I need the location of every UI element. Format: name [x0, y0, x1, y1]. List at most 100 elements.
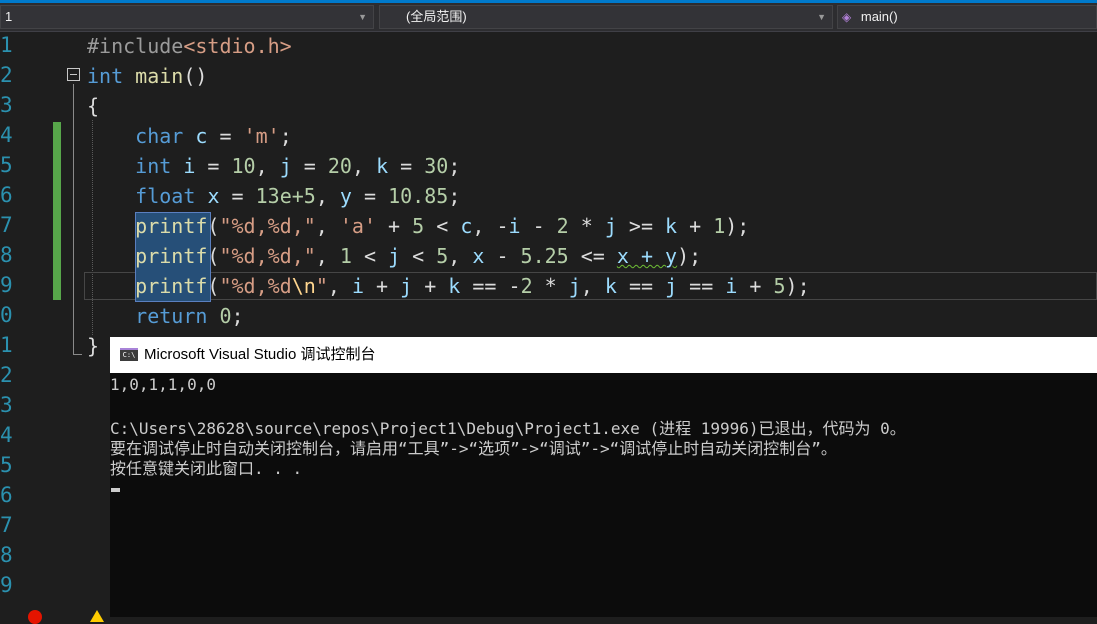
code-token: - — [520, 214, 557, 238]
code-line: printf("%d,%d\n", i + j + k == -2 * j, k… — [87, 274, 809, 298]
code-token: j — [400, 274, 413, 298]
member-dropdown[interactable]: ◈ main() — [837, 5, 1097, 29]
code-token: , — [255, 154, 280, 178]
code-token: () — [183, 64, 208, 88]
code-token: 5.25 — [520, 244, 569, 268]
code-token: <stdio.h> — [183, 34, 292, 58]
debug-console-window[interactable]: C:\ Microsoft Visual Studio 调试控制台 1,0,1,… — [110, 337, 1097, 617]
scope-dropdown[interactable]: (全局范围) ▼ — [379, 5, 833, 29]
code-token: 13e+5 — [255, 184, 316, 208]
code-token: c — [195, 124, 208, 148]
change-tracking-bar — [53, 122, 61, 300]
console-title-bar[interactable]: C:\ Microsoft Visual Studio 调试控制台 — [110, 337, 1097, 373]
code-token: * — [532, 274, 569, 298]
code-token: ; — [448, 184, 461, 208]
error-icon[interactable] — [28, 610, 42, 624]
code-token: = — [207, 124, 244, 148]
code-token: = — [291, 154, 328, 178]
outline-fold-end — [73, 354, 82, 355]
code-token: x — [207, 184, 220, 208]
code-token: <= — [568, 244, 617, 268]
code-token: 10 — [231, 154, 256, 178]
code-line: printf("%d,%d,", 1 < j < 5, x - 5.25 <= … — [87, 244, 701, 268]
code-token: ; — [279, 124, 292, 148]
code-token: == — [616, 274, 666, 298]
code-token: k — [665, 214, 678, 238]
line-number: 3 — [0, 393, 13, 417]
code-token: ( — [207, 244, 220, 268]
outline-fold-line — [73, 84, 74, 354]
code-token: i — [725, 274, 738, 298]
scope-dropdown-value: (全局范围) — [406, 9, 467, 24]
line-number: 5 — [0, 153, 13, 177]
line-number: 6 — [0, 183, 13, 207]
code-token: == — [677, 274, 726, 298]
code-token: y — [339, 184, 352, 208]
code-token: k — [376, 154, 389, 178]
code-line: return 0; — [87, 304, 243, 328]
code-token: 5 — [773, 274, 786, 298]
code-line: char c = 'm'; — [87, 124, 292, 148]
code-token: , — [448, 244, 473, 268]
code-token: #include — [87, 34, 184, 58]
code-token: return — [135, 304, 208, 328]
code-token: 30 — [424, 154, 449, 178]
code-token: 10.85 — [388, 184, 449, 208]
code-token: < — [351, 244, 389, 268]
code-token: 2 — [520, 274, 533, 298]
project-dropdown[interactable]: 1 ▼ — [0, 5, 374, 29]
code-token: "%d,%d — [219, 274, 292, 298]
code-token: = — [219, 184, 256, 208]
collapse-toggle[interactable] — [67, 68, 80, 81]
code-token: i — [351, 274, 364, 298]
code-token: char — [135, 124, 184, 148]
code-token: = — [351, 184, 389, 208]
code-token: k — [448, 274, 461, 298]
line-number: 9 — [0, 273, 13, 297]
code-token: "%d,%d," — [219, 244, 316, 268]
code-token: == - — [460, 274, 521, 298]
code-token: 0 — [219, 304, 232, 328]
member-dropdown-value: main() — [860, 9, 898, 24]
code-token: ); — [725, 214, 750, 238]
project-dropdown-value: 1 — [5, 9, 13, 24]
code-token: , — [351, 154, 377, 178]
code-token: 20 — [327, 154, 352, 178]
code-token: + — [737, 274, 774, 298]
code-token: printf — [135, 274, 208, 298]
line-number: 6 — [0, 483, 13, 507]
code-token: 1 — [713, 214, 726, 238]
code-line: int i = 10, j = 20, k = 30; — [87, 154, 460, 178]
code-token: 'm' — [243, 124, 280, 148]
code-line: float x = 13e+5, y = 10.85; — [87, 184, 460, 208]
code-line: { — [87, 94, 99, 118]
navigation-bar: 1 ▼ (全局范围) ▼ ◈ main() — [0, 3, 1097, 32]
code-token: " — [315, 274, 328, 298]
line-number: 1 — [0, 333, 13, 357]
code-token: < — [400, 244, 437, 268]
line-number: 4 — [0, 123, 13, 147]
line-number: 1 — [0, 33, 13, 57]
code-token: + — [412, 274, 449, 298]
code-token: main — [135, 64, 184, 88]
code-token: i — [183, 154, 196, 178]
code-token: j — [279, 154, 292, 178]
code-token: = — [388, 154, 425, 178]
code-token: , — [315, 244, 340, 268]
warning-icon[interactable] — [90, 610, 104, 622]
code-line: int main() — [87, 64, 207, 88]
code-token: j — [604, 214, 617, 238]
code-token: 1 — [339, 244, 352, 268]
code-token: int — [87, 64, 124, 88]
line-number: 3 — [0, 93, 13, 117]
code-token: 'a' — [339, 214, 377, 238]
